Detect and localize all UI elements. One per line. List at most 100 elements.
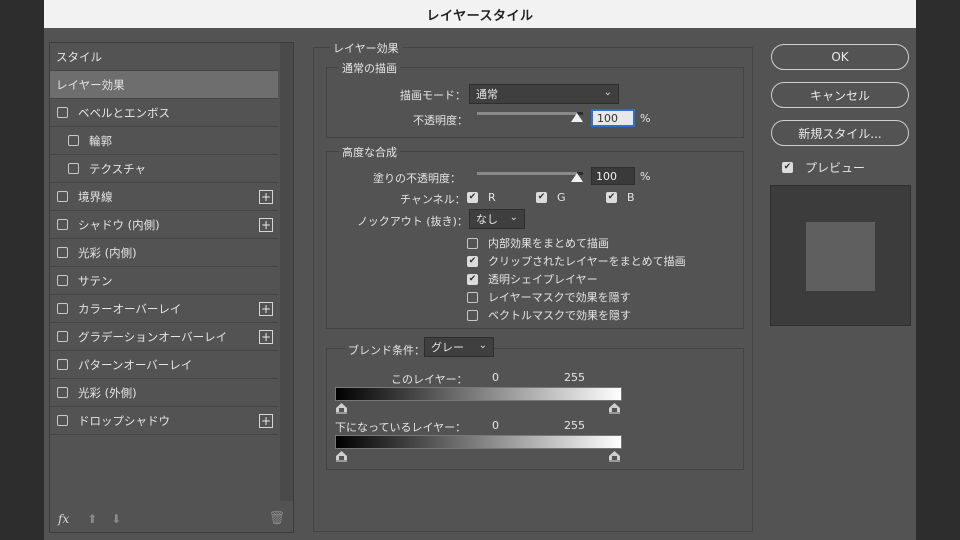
- blend-if-value: グレー: [431, 341, 464, 354]
- style-checkbox[interactable]: [57, 247, 68, 258]
- checkbox[interactable]: ✔: [536, 192, 547, 203]
- style-checkbox[interactable]: [57, 275, 68, 286]
- preview-swatch: [806, 222, 875, 291]
- new-style-button[interactable]: 新規スタイル...: [771, 120, 909, 146]
- style-item-layer-effects[interactable]: レイヤー効果: [50, 71, 278, 99]
- styles-scrollbar[interactable]: [280, 43, 293, 501]
- layer-style-dialog: レイヤースタイル スタイル レイヤー効果 ベベルとエンボス 輪郭 テクスチャ 境…: [44, 0, 916, 540]
- styles-panel: スタイル レイヤー効果 ベベルとエンボス 輪郭 テクスチャ 境界線 + シャドウ…: [49, 42, 294, 533]
- opacity-label: 不透明度：: [413, 114, 468, 127]
- style-item-label: ドロップシャドウ: [78, 413, 170, 428]
- style-checkbox[interactable]: [57, 331, 68, 342]
- add-effect-button[interactable]: +: [259, 330, 273, 344]
- background-left: [0, 0, 44, 540]
- plus-icon: +: [260, 302, 272, 316]
- style-checkbox[interactable]: [68, 163, 79, 174]
- style-item-label: 光彩 (外側): [78, 385, 137, 400]
- style-item-color-overlay[interactable]: カラーオーバーレイ +: [50, 295, 278, 323]
- style-checkbox[interactable]: [57, 359, 68, 370]
- channel-g-checkbox[interactable]: ✔ G: [536, 191, 566, 204]
- style-item-inner-shadow[interactable]: シャドウ (内側) +: [50, 211, 278, 239]
- style-item-label: サテン: [78, 273, 113, 288]
- add-effect-button[interactable]: +: [259, 190, 273, 204]
- fill-opacity-slider-fill: [477, 172, 577, 175]
- fill-opacity-input[interactable]: 100: [591, 167, 635, 185]
- plus-icon: +: [260, 330, 272, 344]
- opacity-input[interactable]: 100: [591, 109, 635, 127]
- styles-header[interactable]: スタイル: [50, 43, 278, 71]
- checkbox[interactable]: [467, 291, 478, 303]
- checkbox[interactable]: ✔: [467, 273, 478, 285]
- opacity-slider-thumb[interactable]: [571, 113, 583, 122]
- ok-button[interactable]: OK: [771, 44, 909, 70]
- arrow-down-icon[interactable]: ⬇: [111, 512, 121, 526]
- layer-effects-title: レイヤー効果: [330, 40, 402, 56]
- preview-label: プレビュー: [805, 161, 866, 175]
- underlying-layer-min: 0: [492, 419, 499, 432]
- fx-menu-button[interactable]: fx: [58, 512, 69, 526]
- style-item-label: 光彩 (内側): [78, 245, 137, 260]
- underlying-layer-white-slider[interactable]: [609, 451, 620, 462]
- style-item-pattern-overlay[interactable]: パターンオーバーレイ: [50, 351, 278, 379]
- style-item-gradient-overlay[interactable]: グラデーションオーバーレイ +: [50, 323, 278, 351]
- add-effect-button[interactable]: +: [259, 302, 273, 316]
- add-effect-button[interactable]: +: [259, 414, 273, 428]
- channel-r-label: R: [488, 191, 496, 204]
- blend-mode-label: 描画モード：: [400, 89, 466, 102]
- knockout-label: ノックアウト (抜き)：: [357, 215, 468, 228]
- style-item-inner-glow[interactable]: 光彩 (内側): [50, 239, 278, 267]
- style-item-drop-shadow[interactable]: ドロップシャドウ +: [50, 407, 278, 435]
- option-vector-mask-hides-checkbox[interactable]: ベクトルマスクで効果を隠す: [467, 307, 631, 323]
- arrow-up-icon[interactable]: ⬆: [87, 512, 97, 526]
- option-label: 透明シェイプレイヤー: [488, 273, 598, 286]
- style-item-outer-glow[interactable]: 光彩 (外側): [50, 379, 278, 407]
- preview-checkbox[interactable]: ✔ プレビュー: [782, 159, 865, 176]
- channel-r-checkbox[interactable]: ✔ R: [467, 191, 496, 204]
- checkbox[interactable]: ✔: [782, 162, 793, 173]
- style-checkbox[interactable]: [57, 415, 68, 426]
- style-checkbox[interactable]: [68, 135, 79, 146]
- option-label: レイヤーマスクで効果を隠す: [488, 291, 631, 304]
- style-checkbox[interactable]: [57, 387, 68, 398]
- knockout-select[interactable]: なし ⌄: [469, 209, 525, 229]
- style-checkbox[interactable]: [57, 191, 68, 202]
- this-layer-white-slider[interactable]: [609, 403, 620, 414]
- option-label: クリップされたレイヤーをまとめて描画: [488, 255, 686, 268]
- option-clipped-layers-checkbox[interactable]: ✔ クリップされたレイヤーをまとめて描画: [467, 253, 686, 269]
- option-layer-mask-hides-checkbox[interactable]: レイヤーマスクで効果を隠す: [467, 289, 631, 305]
- channel-b-checkbox[interactable]: ✔ B: [606, 191, 635, 204]
- option-transparency-shapes-checkbox[interactable]: ✔ 透明シェイプレイヤー: [467, 271, 598, 287]
- style-item-label: カラーオーバーレイ: [78, 301, 182, 316]
- trash-icon[interactable]: 🗑: [268, 511, 285, 526]
- option-inner-effects-checkbox[interactable]: 内部効果をまとめて描画: [467, 235, 609, 251]
- checkbox[interactable]: [467, 237, 478, 249]
- style-checkbox[interactable]: [57, 107, 68, 118]
- cancel-button[interactable]: キャンセル: [771, 82, 909, 108]
- style-item-satin[interactable]: サテン: [50, 267, 278, 295]
- style-item-contour[interactable]: 輪郭: [50, 127, 278, 155]
- style-checkbox[interactable]: [57, 303, 68, 314]
- styles-header-label: スタイル: [56, 49, 102, 64]
- blend-mode-select[interactable]: 通常 ⌄: [469, 84, 619, 104]
- checkbox[interactable]: ✔: [606, 192, 617, 203]
- style-item-label: 境界線: [78, 189, 113, 204]
- style-item-stroke[interactable]: 境界線 +: [50, 183, 278, 211]
- fill-opacity-percent: %: [640, 170, 651, 183]
- channel-g-label: G: [557, 191, 566, 204]
- checkbox[interactable]: [467, 309, 478, 321]
- underlying-layer-max: 255: [564, 419, 585, 432]
- checkbox[interactable]: ✔: [467, 192, 478, 203]
- fill-opacity-slider-thumb[interactable]: [571, 173, 583, 182]
- checkbox[interactable]: ✔: [467, 255, 478, 267]
- style-item-label: テクスチャ: [89, 161, 147, 176]
- dialog-title: レイヤースタイル: [44, 0, 916, 28]
- opacity-percent: %: [640, 112, 651, 125]
- add-effect-button[interactable]: +: [259, 218, 273, 232]
- this-layer-black-slider[interactable]: [336, 403, 347, 414]
- style-item-texture[interactable]: テクスチャ: [50, 155, 278, 183]
- style-checkbox[interactable]: [57, 219, 68, 230]
- blend-if-select[interactable]: グレー ⌄: [424, 337, 494, 357]
- normal-blending-group: 通常の描画 描画モード： 通常 ⌄ 不透明度： 100 %: [326, 60, 744, 138]
- style-item-bevel-emboss[interactable]: ベベルとエンボス: [50, 99, 278, 127]
- underlying-layer-black-slider[interactable]: [336, 451, 347, 462]
